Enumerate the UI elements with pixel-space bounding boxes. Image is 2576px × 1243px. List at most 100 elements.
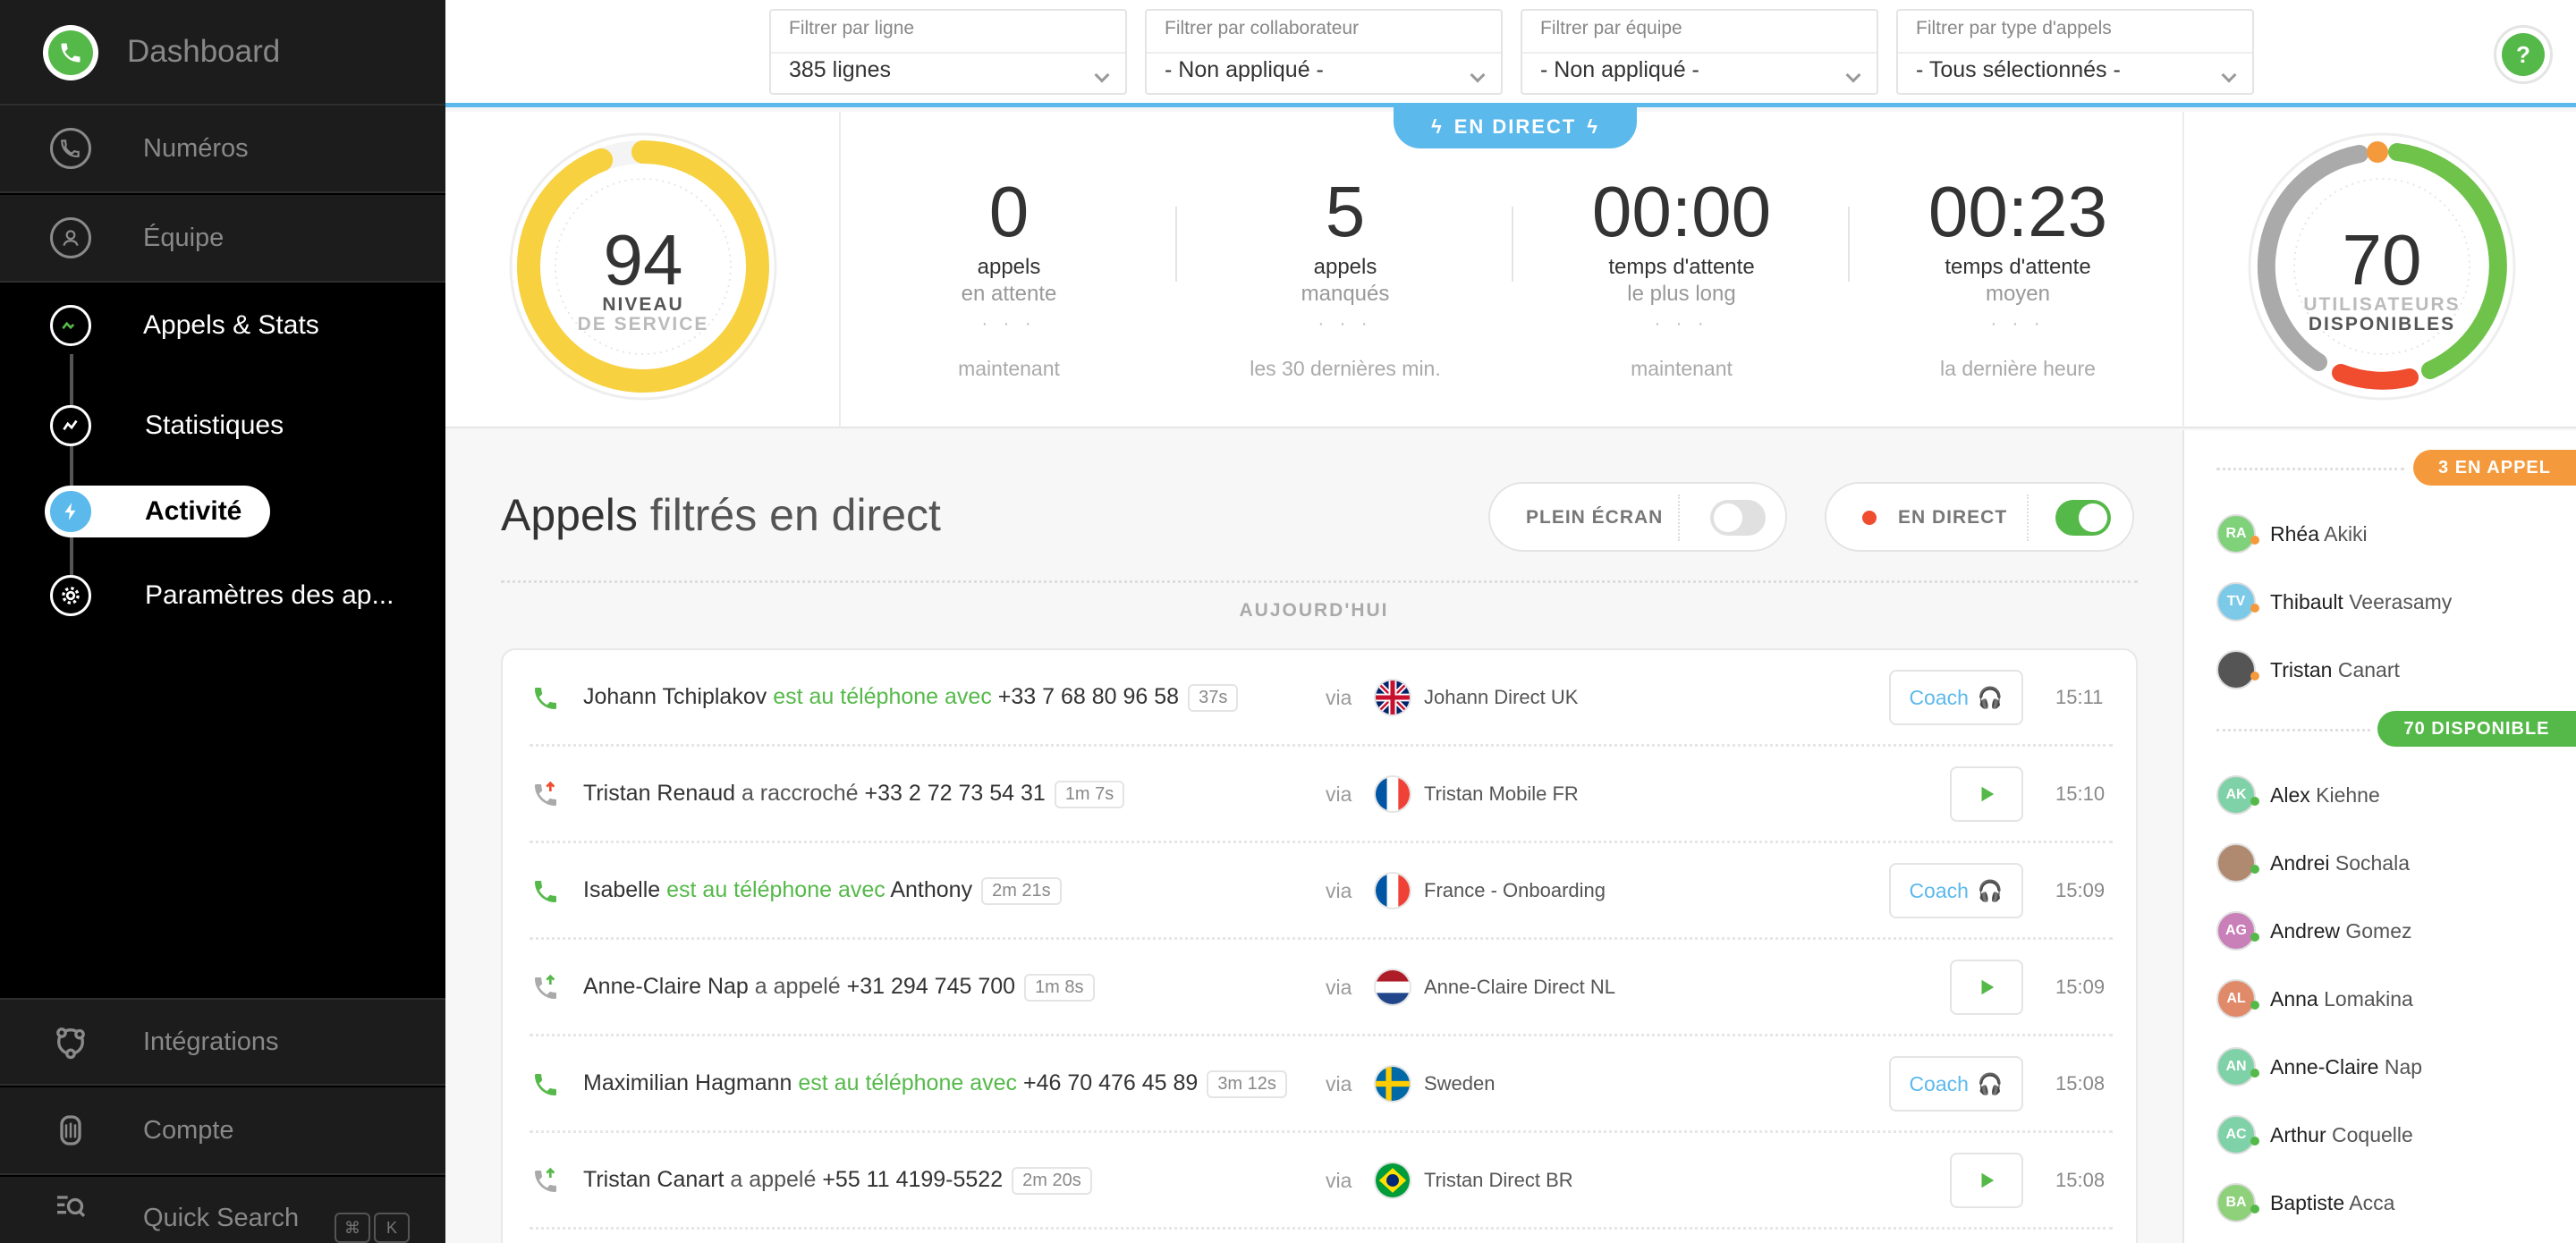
call-description: Maximilian Hagmann est au téléphone avec… [583, 1070, 1287, 1098]
user-row[interactable]: TV Thibault Veerasamy [2216, 582, 2452, 622]
sidebar-item-appels-stats[interactable]: Appels & Stats [0, 284, 445, 367]
sidebar-header[interactable]: Dashboard [0, 0, 445, 106]
sidebar-item-label: Statistiques [145, 410, 284, 440]
phone-outgoing-icon [535, 974, 556, 999]
sidebar-item-parametres[interactable]: Paramètres des ap... [0, 554, 445, 637]
sidebar-item-compte[interactable]: Compte [0, 1087, 445, 1175]
stat-period: la dernière heure [1940, 357, 2096, 380]
chevron-down-icon [1845, 67, 1861, 83]
user-row[interactable]: AN Anne-Claire Nap [2216, 1047, 2422, 1087]
filter-collaborator-select[interactable]: Filtrer par collaborateur - Non appliqué… [1145, 9, 1503, 95]
call-duration: 2m 20s [1012, 1167, 1092, 1195]
call-description: Tristan Renaud a raccroché +33 2 72 73 5… [583, 781, 1125, 808]
available-badge: 70 DISPONIBLE [2377, 711, 2576, 747]
filter-call-type-select[interactable]: Filtrer par type d'appels - Tous sélecti… [1896, 9, 2254, 95]
service-level-value: 94 [603, 220, 683, 300]
avatar: AC [2216, 1115, 2259, 1154]
available-users-label-2: DISPONIBLES [2308, 314, 2456, 334]
user-row[interactable]: RA Rhéa Akiki [2216, 514, 2368, 554]
stats-icon [50, 305, 91, 346]
flag-nl-icon [1374, 968, 1411, 1006]
filter-value: - Non appliqué - [1540, 57, 1699, 82]
stat-label: temps d'attente [1945, 255, 2091, 279]
avatar: AG [2216, 911, 2259, 951]
user-row[interactable]: AC Arthur Coquelle [2216, 1115, 2413, 1154]
chart-icon [50, 405, 91, 446]
sidebar-item-quick-search[interactable]: Quick Search ⌘ K [0, 1177, 445, 1243]
flag-se-icon [1374, 1065, 1411, 1103]
user-row[interactable]: AG Andrew Gomez [2216, 911, 2412, 951]
user-name: Rhéa Akiki [2270, 521, 2368, 545]
user-row[interactable]: AL Anna Lomakina [2216, 979, 2413, 1019]
sidebar-item-equipe[interactable]: Équipe [0, 195, 445, 283]
stat-dots: · · · [1318, 314, 1373, 334]
avatar [2216, 843, 2259, 883]
filter-label: Filtrer par collaborateur [1165, 18, 1360, 38]
live-toggle[interactable] [2055, 500, 2111, 536]
headset-icon: 🎧 [1977, 685, 2004, 709]
stat-longest-wait: 00:00 temps d'attente le plus long · · ·… [1513, 112, 1850, 428]
phone-logo-icon [61, 43, 80, 63]
call-row[interactable]: Tristan Canart a appelé +55 11 4199-5522… [503, 1133, 2136, 1230]
call-description: Johann Tchiplakov est au téléphone avec … [583, 684, 1239, 712]
sidebar-item-statistiques[interactable]: Statistiques [0, 385, 445, 467]
filter-label: Filtrer par ligne [789, 18, 915, 38]
help-button[interactable]: ? [2494, 25, 2553, 84]
call-line: France - Onboarding [1424, 879, 1606, 901]
sidebar-item-activite[interactable]: Activité [0, 470, 445, 553]
phone-icon [50, 128, 91, 169]
live-badge: ϟ EN DIRECT ϟ [1394, 106, 1637, 148]
play-icon [1981, 1172, 1995, 1188]
shortcut-key-k: K [374, 1213, 410, 1243]
user-row[interactable]: AK Alex Kiehne [2216, 775, 2380, 815]
user-row[interactable]: Tristan Canart [2216, 650, 2400, 689]
coach-button[interactable]: Coach 🎧 [1889, 1056, 2023, 1112]
call-row[interactable]: Tristan Renaud a raccroché +33 2 72 73 5… [503, 747, 2136, 843]
sidebar-item-label: Activité [145, 496, 242, 526]
filter-line-select[interactable]: Filtrer par ligne 385 lignes [769, 9, 1127, 95]
avatar: AL [2216, 979, 2259, 1019]
avatar: TV [2216, 582, 2259, 622]
play-recording-button[interactable] [1950, 766, 2023, 822]
call-duration: 37s [1188, 684, 1239, 712]
call-time: 15:09 [2055, 879, 2106, 901]
stats-row: 94 NIVEAU DE SERVICE 0 appels en attente… [445, 112, 2576, 428]
play-recording-button[interactable] [1950, 1153, 2023, 1208]
headset-icon: 🎧 [1977, 878, 2004, 902]
help-icon: ? [2502, 33, 2545, 76]
call-row[interactable]: Anne-Claire Nap a appelé +31 294 745 700… [503, 940, 2136, 1036]
call-line: Anne-Claire Direct NL [1424, 976, 1615, 998]
coach-button[interactable]: Coach 🎧 [1889, 670, 2023, 725]
avatar: BA [2216, 1183, 2259, 1222]
live-calls-panel: Appels filtrés en direct PLEIN ÉCRAN EN … [445, 430, 2182, 1243]
play-icon [1981, 979, 1995, 995]
play-recording-button[interactable] [1950, 960, 2023, 1015]
stat-average-wait: 00:23 temps d'attente moyen · · · la der… [1850, 112, 2186, 428]
lightning-icon: ϟ [1587, 115, 1599, 138]
stat-value: 5 [1325, 172, 1366, 251]
call-line: Tristan Direct BR [1424, 1169, 1573, 1191]
call-row[interactable]: Johann Tchiplakov est au téléphone avec … [503, 650, 2136, 747]
sidebar-item-numeros[interactable]: Numéros [0, 106, 445, 193]
play-icon [1981, 786, 1995, 802]
call-duration: 1m 8s [1024, 974, 1095, 1002]
fullscreen-toggle[interactable] [1710, 500, 1766, 536]
phone-live-icon [535, 1074, 556, 1095]
stat-label: temps d'attente [1608, 255, 1755, 279]
fullscreen-toggle-box: PLEIN ÉCRAN [1488, 482, 1787, 552]
user-row[interactable]: BA Baptiste Acca [2216, 1183, 2394, 1222]
gear-icon [50, 575, 91, 616]
stat-dots: · · · [1654, 314, 1709, 334]
call-row[interactable]: Maximilian Hagmann est au téléphone avec… [503, 1036, 2136, 1133]
coach-button[interactable]: Coach 🎧 [1889, 863, 2023, 918]
chevron-down-icon [1094, 67, 1110, 83]
sidebar-item-integrations[interactable]: Intégrations [0, 998, 445, 1086]
filter-team-select[interactable]: Filtrer par équipe - Non appliqué - [1521, 9, 1878, 95]
user-row[interactable]: Andrei Sochala [2216, 843, 2410, 883]
service-level-label: NIVEAU [602, 294, 684, 315]
stat-label: appels [1313, 255, 1377, 279]
app-title: Dashboard [127, 34, 281, 69]
page-title: Appels filtrés en direct [501, 490, 941, 540]
stat-sublabel: le plus long [1627, 282, 1736, 306]
call-row[interactable]: Isabelle est au téléphone avec Anthony 2m… [503, 843, 2136, 940]
